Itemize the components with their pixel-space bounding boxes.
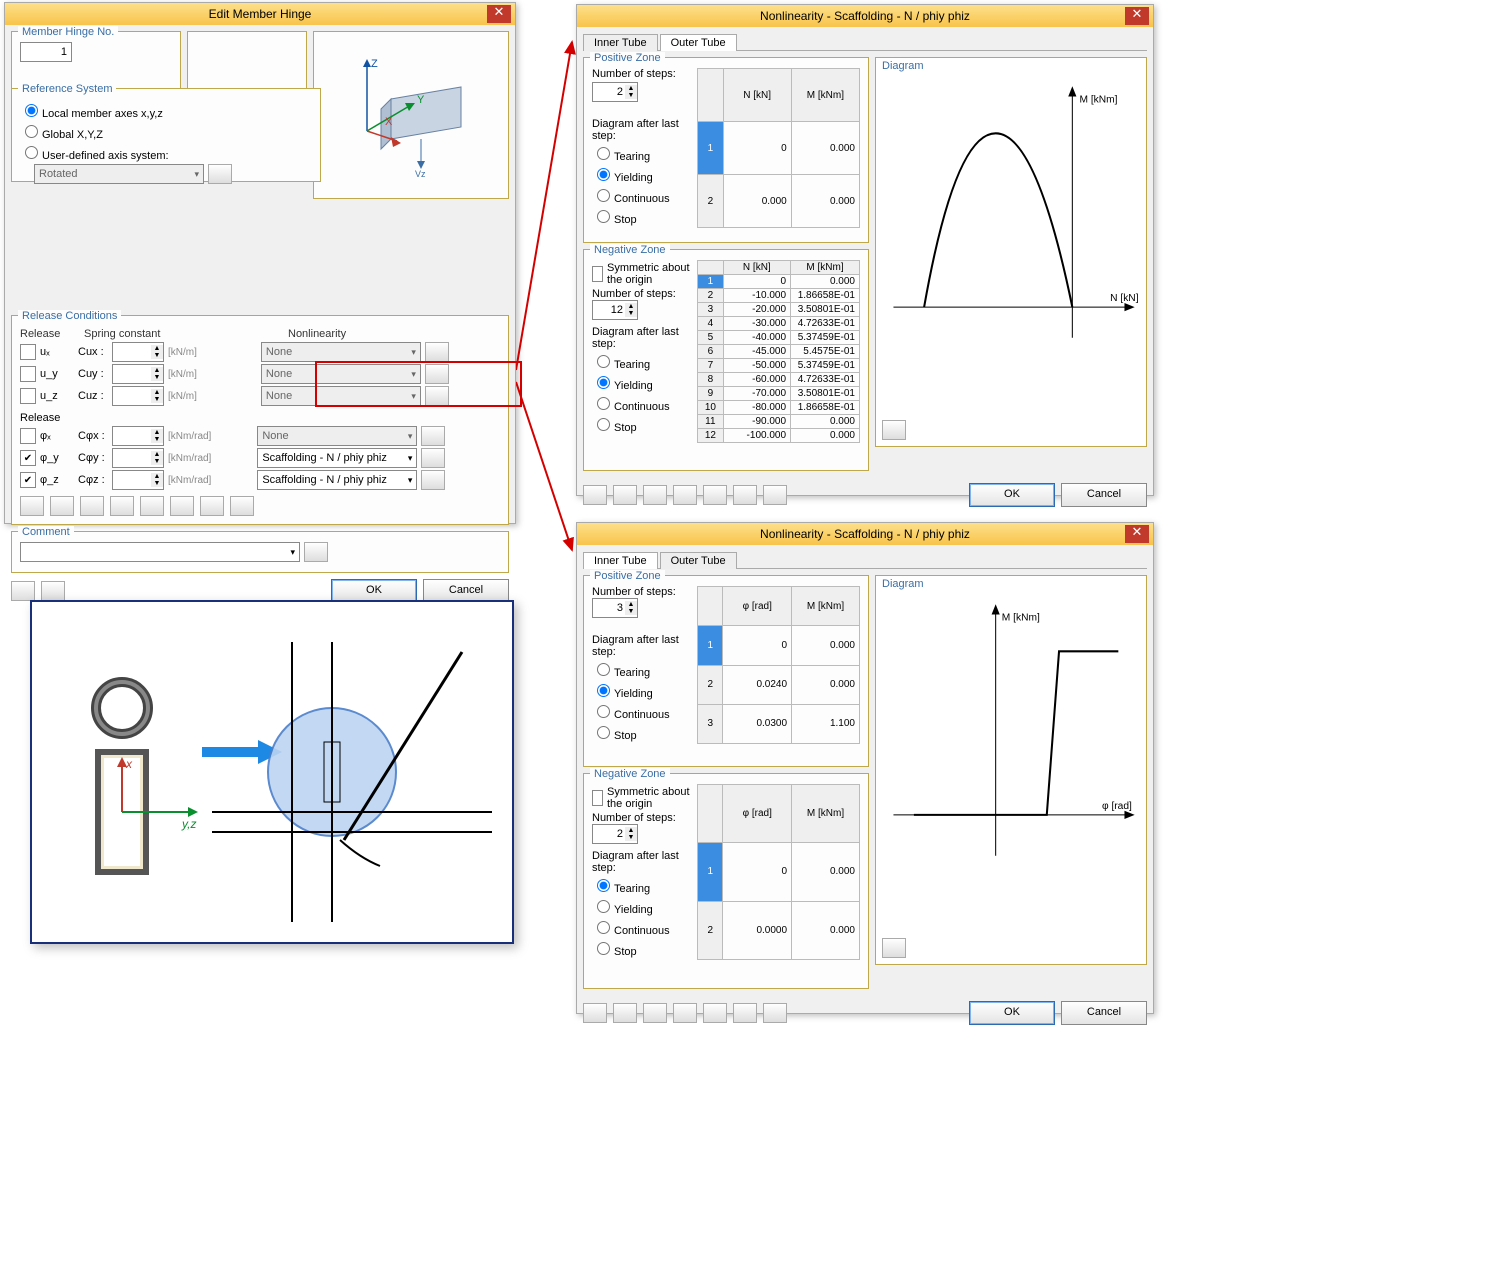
illustration-frame: x y,z	[30, 600, 514, 944]
neg-steps-input[interactable]: 12▲▼	[592, 300, 638, 320]
ok-button[interactable]: OK	[969, 1001, 1055, 1025]
cancel-button[interactable]: Cancel	[1061, 1001, 1147, 1025]
check-ux[interactable]	[20, 344, 36, 360]
spring-uy-input: ▲▼	[112, 364, 164, 384]
radio-local-axes[interactable]: Local member axes x,y,z	[20, 101, 312, 120]
check-phix[interactable]	[20, 428, 36, 444]
info-icon[interactable]	[882, 420, 906, 440]
titlebar: Edit Member Hinge ✕	[5, 3, 515, 25]
close-icon[interactable]: ✕	[1125, 525, 1149, 543]
pos-steps-input[interactable]: 2▲▼	[592, 82, 638, 102]
pos-steps-input[interactable]: 3▲▼	[592, 598, 638, 618]
radio-continuous[interactable]: Continuous	[592, 186, 691, 205]
svg-text:φ [rad]: φ [rad]	[1102, 801, 1132, 812]
tool-mz-icon[interactable]	[170, 496, 194, 516]
radio-stop[interactable]: Stop	[592, 207, 691, 226]
member-hinge-no-input[interactable]: 1	[20, 42, 72, 62]
svg-text:x: x	[125, 757, 133, 771]
axis-3d-icon: Z Y X Vz Mz	[331, 49, 491, 179]
help-icon[interactable]	[11, 581, 35, 601]
radio-tearing[interactable]: Tearing	[592, 144, 691, 163]
edit-member-hinge-window: Edit Member Hinge ✕ Member Hinge No. 1 Z	[4, 2, 516, 524]
check-phiy[interactable]: ✔	[20, 450, 36, 466]
check-symmetric[interactable]: Symmetric about the origin	[592, 262, 691, 286]
close-icon[interactable]: ✕	[1125, 7, 1149, 25]
default-icon[interactable]	[41, 581, 65, 601]
nonlin-phiy-combo[interactable]: Scaffolding - N / phiy phiz▾	[257, 448, 417, 468]
svg-text:y,z: y,z	[181, 817, 196, 831]
nonlinearity-window-inner: Nonlinearity - Scaffolding - N / phiy ph…	[576, 522, 1154, 1014]
radio-global-axes[interactable]: Global X,Y,Z	[20, 122, 312, 141]
svg-text:N [kN]: N [kN]	[1110, 293, 1139, 304]
diagram-panel: Diagram M [kNm] N [kN]	[875, 57, 1147, 447]
comment-browse-icon[interactable]	[304, 542, 328, 562]
spring-ux-input: ▲▼	[112, 342, 164, 362]
svg-text:Z: Z	[371, 58, 378, 70]
tab-outer-tube[interactable]: Outer Tube	[660, 34, 737, 51]
tool-vy-icon[interactable]	[50, 496, 74, 516]
positive-zone-table[interactable]: φ [rad]M [kNm]100.00020.02400.00030.0300…	[697, 586, 860, 744]
nonlin-ux-combo[interactable]: None▾	[261, 342, 421, 362]
tool-my-icon[interactable]	[140, 496, 164, 516]
tab-inner-tube[interactable]: Inner Tube	[583, 34, 658, 51]
diagram-panel: Diagram M [kNm] φ [rad]	[875, 575, 1147, 965]
section-positive-zone: Positive Zone	[590, 52, 665, 64]
window-title: Edit Member Hinge	[209, 7, 312, 21]
svg-text:M [kNm]: M [kNm]	[1002, 613, 1040, 624]
tool-vz-icon[interactable]	[80, 496, 104, 516]
help-icon[interactable]	[583, 485, 607, 505]
svg-text:M [kNm]: M [kNm]	[1079, 95, 1117, 106]
nonlin-phiz-combo[interactable]: Scaffolding - N / phiy phiz▾	[257, 470, 417, 490]
radio-user-defined[interactable]: User-defined axis system:	[20, 143, 312, 162]
ok-button[interactable]: OK	[969, 483, 1055, 507]
cancel-button[interactable]: Cancel	[1061, 483, 1147, 507]
section-negative-zone: Negative Zone	[590, 244, 670, 256]
info-icon[interactable]	[882, 938, 906, 958]
negative-zone-table[interactable]: N [kN]M [kNm]100.0002-10.0001.86658E-013…	[697, 260, 860, 443]
check-uz[interactable]	[20, 388, 36, 404]
nonlinearity-window-outer: Nonlinearity - Scaffolding - N / phiy ph…	[576, 4, 1154, 496]
section-comment: Comment	[18, 526, 74, 538]
help-icon[interactable]	[583, 1003, 607, 1023]
section-reference-system: Reference System	[18, 83, 116, 95]
svg-text:Vz: Vz	[415, 169, 426, 179]
tab-outer-tube[interactable]: Outer Tube	[660, 552, 737, 569]
tool-n-icon[interactable]	[20, 496, 44, 516]
window-title: Nonlinearity - Scaffolding - N / phiy ph…	[760, 9, 970, 23]
nonlin-uy-combo[interactable]: None▾	[261, 364, 421, 384]
negative-zone-table[interactable]: φ [rad]M [kNm]100.00020.00000.000	[697, 784, 860, 960]
positive-zone-table[interactable]: N [kN]M [kNm]100.00020.0000.000	[697, 68, 860, 228]
section-member-hinge-no: Member Hinge No.	[18, 26, 118, 38]
tool-mt-icon[interactable]	[110, 496, 134, 516]
tab-inner-tube[interactable]: Inner Tube	[583, 552, 658, 569]
comment-combo[interactable]: ▾	[20, 542, 300, 562]
rotated-combo: Rotated▾	[34, 164, 204, 184]
check-uy[interactable]	[20, 366, 36, 382]
svg-text:Y: Y	[417, 94, 425, 106]
close-icon[interactable]: ✕	[487, 5, 511, 23]
check-phiz[interactable]: ✔	[20, 472, 36, 488]
svg-text:X: X	[385, 116, 393, 128]
browse-icon[interactable]	[208, 164, 232, 184]
nonlin-ux-browse[interactable]	[425, 342, 449, 362]
radio-yielding[interactable]: Yielding	[592, 165, 691, 184]
section-release-conditions: Release Conditions	[18, 310, 121, 322]
